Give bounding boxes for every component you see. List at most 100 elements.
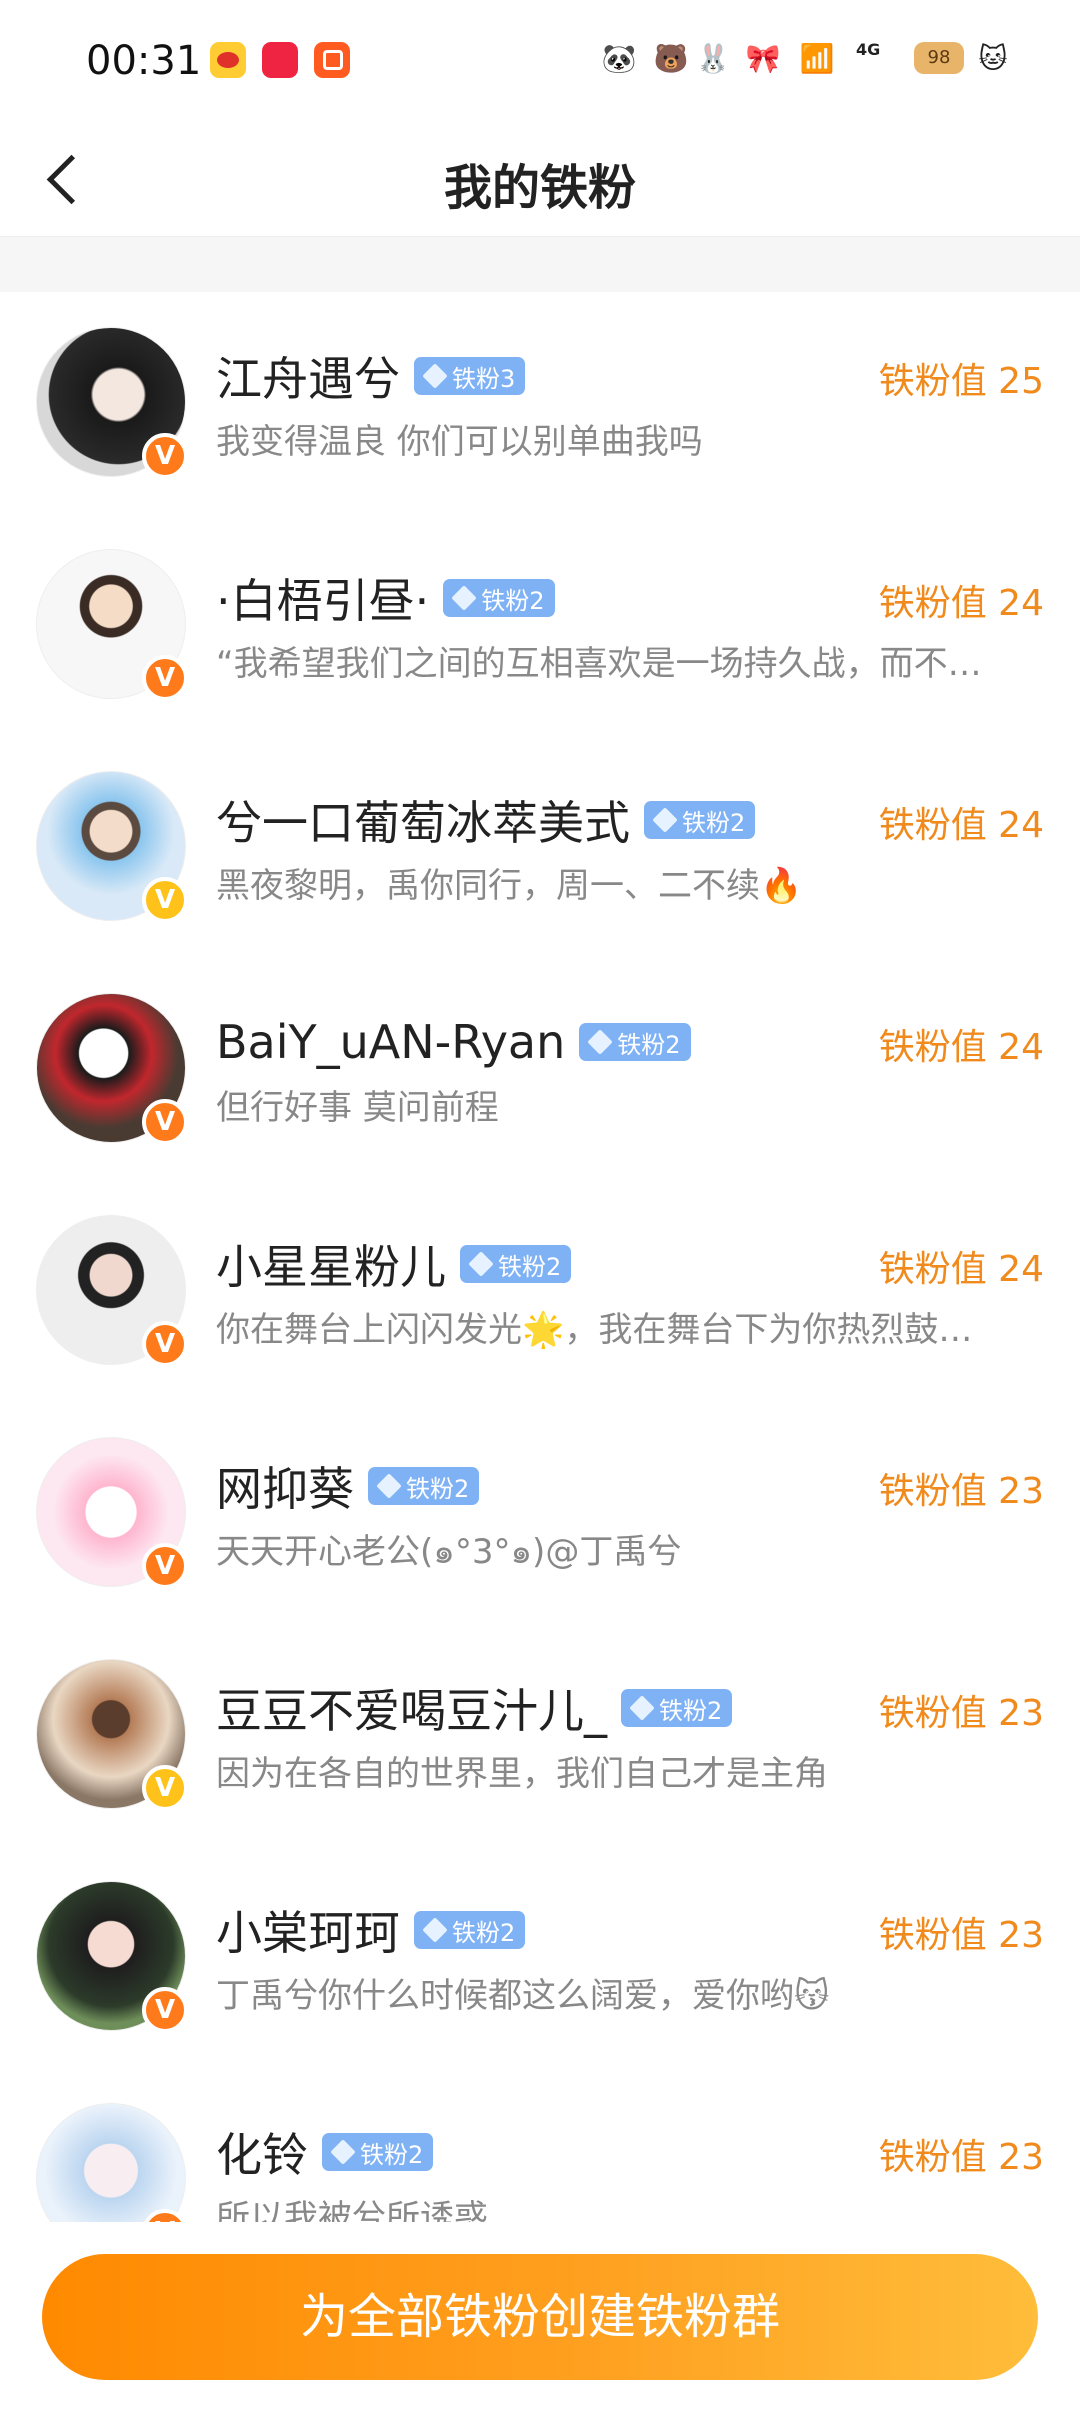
status-bar: 00:31 🐼 🐻 🐰 🎀 📶 4G 98 🐱 — [0, 0, 1080, 118]
page-title: 我的铁粉 — [443, 160, 636, 216]
fan-name[interactable]: 网抑葵 — [216, 1453, 354, 1519]
bear-icon: 🐻 — [653, 42, 689, 75]
bottom-action-bar: 为全部铁粉创建铁粉群 — [0, 2222, 1080, 2412]
fan-row[interactable]: V 兮一口葡萄冰萃美式 铁粉2 铁粉值 24 黑夜黎明，禹你同行，周一、二不续🔥 — [0, 736, 1080, 958]
fan-level-label: 铁粉2 — [452, 1918, 516, 1947]
fan-level-tag: 铁粉2 — [443, 579, 555, 617]
fan-level-label: 铁粉2 — [360, 2140, 424, 2169]
avatar-container[interactable]: V — [36, 327, 188, 479]
fan-level-tag: 铁粉2 — [368, 1467, 480, 1505]
diamond-icon — [587, 1029, 614, 1055]
avatar-container[interactable]: V — [36, 1437, 188, 1589]
fan-name[interactable]: BaiY_uAN-Ryan — [216, 1015, 565, 1069]
avatar-container[interactable]: V — [36, 771, 188, 923]
name-line: ·白梧引昼· 铁粉2 — [216, 568, 555, 628]
fan-bio: 因为在各自的世界里，我们自己才是主角 — [216, 1754, 828, 1794]
fan-row[interactable]: V 化铃 铁粉2 铁粉值 23 所以我被兮所诱惑 — [0, 2068, 1080, 2222]
verified-badge: V — [142, 877, 188, 923]
fan-name[interactable]: 小棠珂珂 — [216, 1897, 400, 1963]
diamond-icon — [330, 2139, 356, 2165]
fan-score: 铁粉值 23 — [878, 1915, 1044, 1956]
kuaishou-icon — [314, 42, 350, 78]
fan-level-label: 铁粉2 — [406, 1474, 470, 1503]
fan-score: 铁粉值 23 — [878, 1693, 1044, 1734]
fan-score: 铁粉值 23 — [878, 2137, 1044, 2178]
verified-badge: V — [142, 655, 188, 701]
diamond-icon — [468, 1251, 494, 1277]
fan-level-label: 铁粉2 — [498, 1252, 562, 1281]
avatar-container[interactable]: V — [36, 2103, 188, 2222]
fan-level-tag: 铁粉2 — [621, 1689, 733, 1727]
diamond-icon — [422, 1917, 448, 1943]
verified-badge: V — [142, 1321, 188, 1367]
avatar-container[interactable]: V — [36, 1215, 188, 1367]
fan-bio: 我变得温良 你们可以别单曲我吗 — [216, 422, 703, 462]
fan-name[interactable]: ·白梧引昼· — [216, 565, 429, 631]
diamond-icon — [422, 363, 448, 389]
name-line: 网抑葵 铁粉2 — [216, 1453, 480, 1519]
fan-list[interactable]: V 江舟遇兮 铁粉3 铁粉值 25 我变得温良 你们可以别单曲我吗 V ·白梧引… — [0, 292, 1080, 2222]
fan-level-tag: 铁粉2 — [460, 1245, 572, 1283]
fan-bio: 黑夜黎明，禹你同行，周一、二不续🔥 — [216, 866, 803, 906]
section-divider — [0, 237, 1080, 292]
avatar[interactable] — [36, 2103, 186, 2222]
fan-level-tag: 铁粉3 — [414, 357, 526, 395]
xiaohongshu-icon — [262, 42, 298, 78]
fan-name[interactable]: 化铃 — [216, 2119, 308, 2185]
bow-icon: 🎀 — [745, 42, 781, 75]
name-line: BaiY_uAN-Ryan 铁粉2 — [216, 1012, 691, 1072]
fan-score: 铁粉值 25 — [878, 361, 1044, 402]
avatar-container[interactable]: V — [36, 993, 188, 1145]
fan-score: 铁粉值 24 — [878, 583, 1044, 624]
fan-level-label: 铁粉2 — [617, 1030, 681, 1059]
cat-icon: 🐱 — [978, 42, 1008, 75]
verified-badge: V — [142, 433, 188, 479]
fan-bio: 丁禹兮你什么时候都这么阔爱，爱你哟😽 — [216, 1976, 830, 2016]
fan-score: 铁粉值 24 — [878, 1249, 1044, 1290]
fan-row[interactable]: V 网抑葵 铁粉2 铁粉值 23 天天开心老公(๑°3°๑)@丁禹兮 — [0, 1402, 1080, 1624]
diamond-icon — [376, 1473, 402, 1499]
fan-name[interactable]: 兮一口葡萄冰萃美式 — [216, 787, 630, 853]
fan-row[interactable]: V 豆豆不爱喝豆汁儿_ 铁粉2 铁粉值 23 因为在各自的世界里，我们自己才是主… — [0, 1624, 1080, 1846]
battery-indicator: 98 — [914, 42, 964, 74]
diamond-icon — [629, 1695, 655, 1721]
avatar-container[interactable]: V — [36, 549, 188, 701]
name-line: 小棠珂珂 铁粉2 — [216, 1897, 526, 1963]
avatar-container[interactable]: V — [36, 1881, 188, 2033]
fan-level-tag: 铁粉2 — [579, 1023, 691, 1061]
fan-level-label: 铁粉2 — [682, 808, 746, 837]
name-line: 兮一口葡萄冰萃美式 铁粉2 — [216, 787, 756, 853]
fan-level-label: 铁粉2 — [481, 586, 545, 615]
fan-row[interactable]: V 小棠珂珂 铁粉2 铁粉值 23 丁禹兮你什么时候都这么阔爱，爱你哟😽 — [0, 1846, 1080, 2068]
status-time: 00:31 — [86, 38, 202, 84]
verified-badge: V — [142, 1099, 188, 1145]
fan-level-tag: 铁粉2 — [322, 2133, 434, 2171]
fan-level-tag: 铁粉2 — [414, 1911, 526, 1949]
fan-row[interactable]: V BaiY_uAN-Ryan 铁粉2 铁粉值 24 但行好事 莫问前程 — [0, 958, 1080, 1180]
fan-score: 铁粉值 23 — [878, 1471, 1044, 1512]
fan-row[interactable]: V 江舟遇兮 铁粉3 铁粉值 25 我变得温良 你们可以别单曲我吗 — [0, 292, 1080, 514]
fan-level-label: 铁粉3 — [452, 364, 516, 393]
name-line: 小星星粉儿 铁粉2 — [216, 1231, 572, 1297]
fan-row[interactable]: V 小星星粉儿 铁粉2 铁粉值 24 你在舞台上闪闪发光🌟，我在舞台下为你热烈鼓… — [0, 1180, 1080, 1402]
rabbit-icon: 🐰 — [695, 42, 731, 75]
fan-bio: 所以我被兮所诱惑 — [216, 2198, 488, 2222]
network-type: 4G — [856, 40, 881, 59]
page-header: 我的铁粉 — [0, 118, 1080, 237]
fan-level-label: 铁粉2 — [659, 1696, 723, 1725]
wifi-icon: 📶 — [799, 42, 835, 75]
diamond-icon — [451, 585, 477, 611]
verified-badge: V — [142, 1765, 188, 1811]
fan-name[interactable]: 豆豆不爱喝豆汁儿_ — [216, 1675, 607, 1741]
avatar-container[interactable]: V — [36, 1659, 188, 1811]
create-fan-group-button[interactable]: 为全部铁粉创建铁粉群 — [42, 2254, 1038, 2380]
panda-icon: 🐼 — [601, 42, 637, 75]
fan-name[interactable]: 小星星粉儿 — [216, 1231, 446, 1297]
fan-score: 铁粉值 24 — [878, 805, 1044, 846]
name-line: 豆豆不爱喝豆汁儿_ 铁粉2 — [216, 1675, 733, 1741]
fan-name[interactable]: 江舟遇兮 — [216, 343, 400, 409]
verified-badge: V — [142, 1987, 188, 2033]
fan-row[interactable]: V ·白梧引昼· 铁粉2 铁粉值 24 “我希望我们之间的互相喜欢是一场持久战，… — [0, 514, 1080, 736]
name-line: 化铃 铁粉2 — [216, 2119, 434, 2185]
fan-bio: 天天开心老公(๑°3°๑)@丁禹兮 — [216, 1532, 682, 1572]
